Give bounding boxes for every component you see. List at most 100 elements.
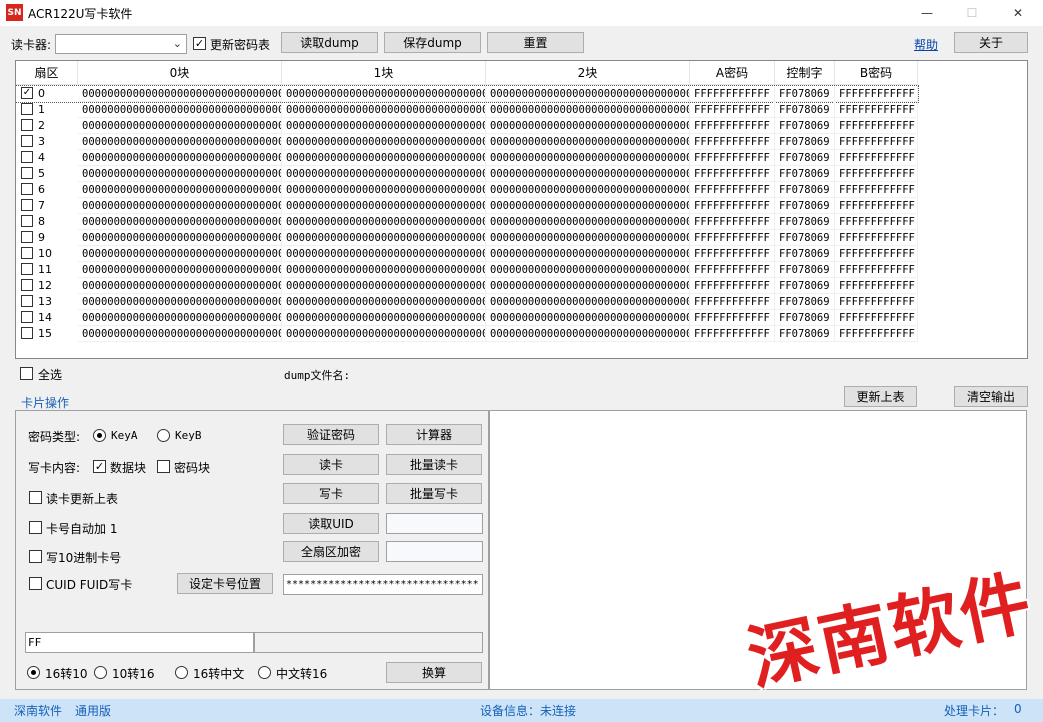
cell-block2[interactable]: 00000000000000000000000000000000 <box>486 310 690 326</box>
cell-control[interactable]: FF078069 <box>775 166 835 182</box>
cell-control[interactable]: FF078069 <box>775 198 835 214</box>
col-keyb[interactable]: B密码 <box>835 61 918 85</box>
cell-control[interactable]: FF078069 <box>775 214 835 230</box>
read-uid-button[interactable]: 读取UID <box>283 513 379 534</box>
table-row[interactable]: 15 00000000000000000000000000000000 000000… <box>16 326 918 342</box>
cn2hex-radio[interactable] <box>258 666 271 679</box>
verify-pwd-button[interactable]: 验证密码 <box>283 424 379 445</box>
select-all-checkbox[interactable] <box>20 367 33 380</box>
cell-keyb[interactable]: FFFFFFFFFFFF <box>835 294 918 310</box>
maximize-icon[interactable]: ☐ <box>949 0 995 26</box>
keya-radio[interactable] <box>93 429 106 442</box>
table-row[interactable]: ✓ 0 00000000000000000000000000000000 000000… <box>16 85 919 103</box>
cell-keyb[interactable]: FFFFFFFFFFFF <box>835 102 918 118</box>
cell-block2[interactable]: 00000000000000000000000000000000 <box>486 198 690 214</box>
cell-block1[interactable]: 00000000000000000000000000000000 <box>282 294 486 310</box>
cell-block0[interactable]: 00000000000000000000000000000000 <box>78 310 282 326</box>
cell-control[interactable]: FF078069 <box>775 182 835 198</box>
cell-block2[interactable]: 00000000000000000000000000000000 <box>486 326 690 342</box>
row-checkbox[interactable] <box>21 135 33 147</box>
cell-block2[interactable]: 00000000000000000000000000000000 <box>486 262 690 278</box>
save-dump-button[interactable]: 保存dump <box>384 32 481 53</box>
cell-keya[interactable]: FFFFFFFFFFFF <box>690 294 775 310</box>
cell-block2[interactable]: 00000000000000000000000000000000 <box>486 182 690 198</box>
row-checkbox[interactable] <box>21 167 33 179</box>
cell-block1[interactable]: 00000000000000000000000000000000 <box>282 134 486 150</box>
cell-keyb[interactable]: FFFFFFFFFFFF <box>835 230 918 246</box>
col-block2[interactable]: 2块 <box>486 61 690 85</box>
cell-keya[interactable]: FFFFFFFFFFFF <box>690 166 775 182</box>
batch-write-button[interactable]: 批量写卡 <box>386 483 482 504</box>
cell-keya[interactable]: FFFFFFFFFFFF <box>690 198 775 214</box>
cell-control[interactable]: FF078069 <box>775 278 835 294</box>
cell-keyb[interactable]: FFFFFFFFFFFF <box>835 118 918 134</box>
cell-block0[interactable]: 00000000000000000000000000000000 <box>78 182 282 198</box>
cell-keyb[interactable]: FFFFFFFFFFFF <box>835 86 918 102</box>
convert-button[interactable]: 换算 <box>386 662 482 683</box>
cell-control[interactable]: FF078069 <box>775 246 835 262</box>
row-checkbox[interactable]: ✓ <box>21 87 33 99</box>
cell-block1[interactable]: 00000000000000000000000000000000 <box>282 246 486 262</box>
cell-block0[interactable]: 00000000000000000000000000000000 <box>78 246 282 262</box>
calculator-button[interactable]: 计算器 <box>386 424 482 445</box>
update-pwd-checkbox[interactable]: ✓ <box>193 37 206 50</box>
cell-keyb[interactable]: FFFFFFFFFFFF <box>835 246 918 262</box>
table-row[interactable]: 5 00000000000000000000000000000000 0000000… <box>16 166 918 182</box>
cell-block2[interactable]: 00000000000000000000000000000000 <box>486 134 690 150</box>
hex2cn-radio[interactable] <box>175 666 188 679</box>
cell-block1[interactable]: 00000000000000000000000000000000 <box>282 86 486 102</box>
masked-key-field[interactable]: ******************************** <box>283 574 483 595</box>
cell-block0[interactable]: 00000000000000000000000000000000 <box>78 166 282 182</box>
cell-block0[interactable]: 00000000000000000000000000000000 <box>78 118 282 134</box>
cuid-write-checkbox[interactable] <box>29 577 42 590</box>
cell-block0[interactable]: 00000000000000000000000000000000 <box>78 294 282 310</box>
row-checkbox[interactable] <box>21 295 33 307</box>
cell-block1[interactable]: 00000000000000000000000000000000 <box>282 150 486 166</box>
table-row[interactable]: 13 00000000000000000000000000000000 000000… <box>16 294 918 310</box>
cell-block2[interactable]: 00000000000000000000000000000000 <box>486 166 690 182</box>
cell-block0[interactable]: 00000000000000000000000000000000 <box>78 134 282 150</box>
cell-block2[interactable]: 00000000000000000000000000000000 <box>486 294 690 310</box>
cell-control[interactable]: FF078069 <box>775 118 835 134</box>
cell-block2[interactable]: 00000000000000000000000000000000 <box>486 230 690 246</box>
table-row[interactable]: 2 00000000000000000000000000000000 0000000… <box>16 118 918 134</box>
cell-keya[interactable]: FFFFFFFFFFFF <box>690 278 775 294</box>
cell-block1[interactable]: 00000000000000000000000000000000 <box>282 326 486 342</box>
keyb-radio[interactable] <box>157 429 170 442</box>
table-row[interactable]: 8 00000000000000000000000000000000 0000000… <box>16 214 918 230</box>
cell-block1[interactable]: 00000000000000000000000000000000 <box>282 262 486 278</box>
cell-control[interactable]: FF078069 <box>775 86 835 102</box>
cell-control[interactable]: FF078069 <box>775 230 835 246</box>
cell-block1[interactable]: 00000000000000000000000000000000 <box>282 278 486 294</box>
hex2dec-radio[interactable] <box>27 666 40 679</box>
cell-block2[interactable]: 00000000000000000000000000000000 <box>486 86 690 102</box>
row-checkbox[interactable] <box>21 103 33 115</box>
cell-keya[interactable]: FFFFFFFFFFFF <box>690 246 775 262</box>
cell-block1[interactable]: 00000000000000000000000000000000 <box>282 118 486 134</box>
cell-keyb[interactable]: FFFFFFFFFFFF <box>835 214 918 230</box>
row-checkbox[interactable] <box>21 231 33 243</box>
cell-block0[interactable]: 00000000000000000000000000000000 <box>78 230 282 246</box>
read-update-table-checkbox[interactable] <box>29 491 42 504</box>
cell-block2[interactable]: 00000000000000000000000000000000 <box>486 214 690 230</box>
cell-keyb[interactable]: FFFFFFFFFFFF <box>835 134 918 150</box>
table-row[interactable]: 6 00000000000000000000000000000000 0000000… <box>16 182 918 198</box>
row-checkbox[interactable] <box>21 311 33 323</box>
set-card-pos-button[interactable]: 设定卡号位置 <box>177 573 273 594</box>
cell-block0[interactable]: 00000000000000000000000000000000 <box>78 326 282 342</box>
cell-block1[interactable]: 00000000000000000000000000000000 <box>282 230 486 246</box>
cell-block0[interactable]: 00000000000000000000000000000000 <box>78 102 282 118</box>
col-block0[interactable]: 0块 <box>78 61 282 85</box>
row-checkbox[interactable] <box>21 151 33 163</box>
cell-block1[interactable]: 00000000000000000000000000000000 <box>282 166 486 182</box>
minimize-icon[interactable]: — <box>904 0 950 26</box>
cell-keya[interactable]: FFFFFFFFFFFF <box>690 326 775 342</box>
close-icon[interactable]: ✕ <box>995 0 1041 26</box>
cell-keya[interactable]: FFFFFFFFFFFF <box>690 230 775 246</box>
cell-block0[interactable]: 00000000000000000000000000000000 <box>78 150 282 166</box>
cell-keya[interactable]: FFFFFFFFFFFF <box>690 134 775 150</box>
dec2hex-radio[interactable] <box>94 666 107 679</box>
col-sector[interactable]: 扇区 <box>16 61 78 85</box>
write-card-button[interactable]: 写卡 <box>283 483 379 504</box>
cell-control[interactable]: FF078069 <box>775 310 835 326</box>
